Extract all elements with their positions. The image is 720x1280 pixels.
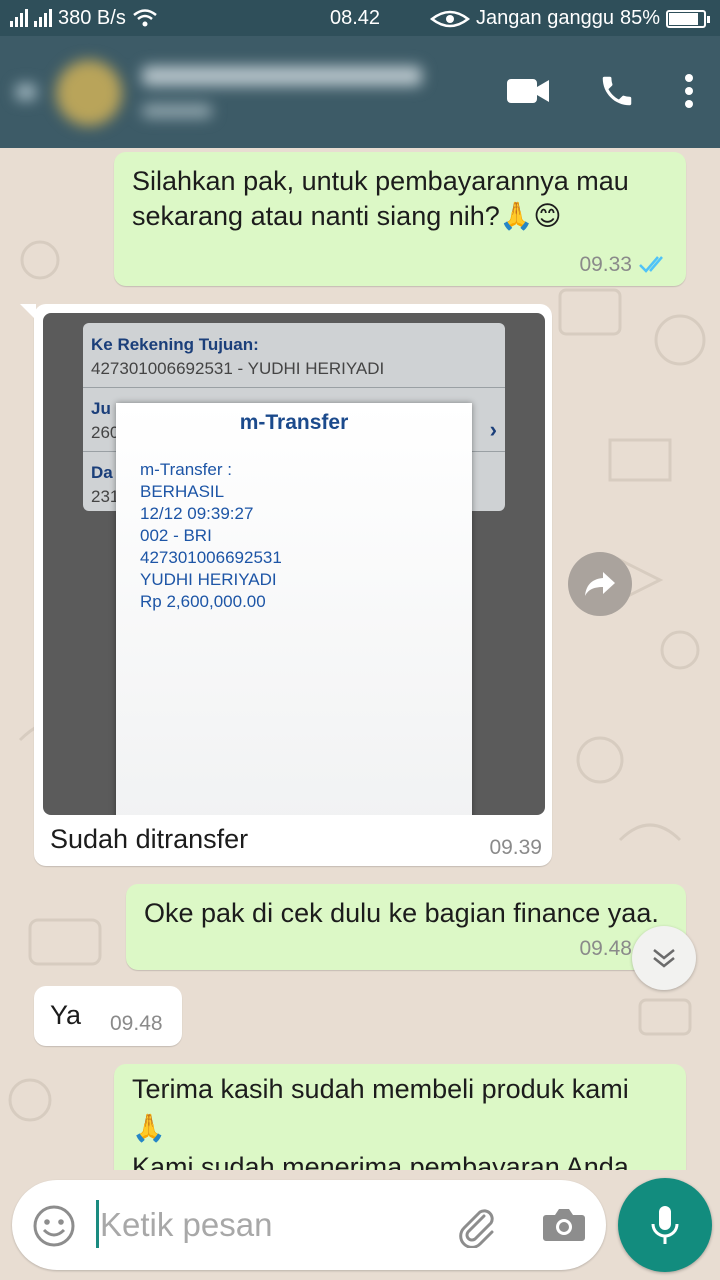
video-call-icon[interactable] <box>506 77 550 105</box>
form-value: 427301006692531 - YUDHI HERIYADI <box>91 359 385 378</box>
message-text: Ya <box>50 1000 82 1030</box>
message-line: Kami sudah menerima pembayaran Anda <box>132 1152 629 1170</box>
signal-1-icon <box>10 9 28 27</box>
read-ticks-icon <box>639 256 663 273</box>
message-composer[interactable]: Ketik pesan <box>12 1180 606 1270</box>
status-bar: 380 B/s 08.42 Jangan ganggu 85% <box>0 0 720 36</box>
signal-2-icon <box>34 9 52 27</box>
receipt-line: Rp 2,600,000.00 <box>140 592 266 611</box>
chevron-right-icon: › <box>489 417 497 442</box>
contact-info-blurred[interactable] <box>6 50 446 134</box>
message-line: 🙏 <box>132 1113 166 1144</box>
contact-status-redacted <box>142 104 212 118</box>
wifi-icon <box>133 9 157 27</box>
form-label: Ju <box>91 399 111 418</box>
message-outgoing[interactable]: Silahkan pak, untuk pembayarannya mau se… <box>114 152 686 286</box>
forward-arrow-icon <box>585 572 615 596</box>
receipt-details: m-Transfer : BERHASIL 12/12 09:39:27 002… <box>140 459 282 613</box>
forward-button[interactable] <box>568 552 632 616</box>
clock: 08.42 <box>330 7 381 29</box>
dnd-mode: Jangan ganggu <box>476 7 614 29</box>
receipt-line: 12/12 09:39:27 <box>140 504 254 523</box>
message-outgoing[interactable]: Terima kasih sudah membeli produk kami 🙏… <box>114 1064 686 1170</box>
form-label: Ke Rekening Tujuan: <box>91 335 259 354</box>
emoji-icon[interactable] <box>32 1204 76 1248</box>
message-text: Oke pak di cek dulu ke bagian finance ya… <box>144 898 659 928</box>
microphone-icon <box>651 1206 679 1244</box>
receipt-line: 002 - BRI <box>140 526 212 545</box>
message-incoming[interactable]: Ya 09.48 <box>34 986 182 1046</box>
more-options-icon[interactable] <box>684 73 694 109</box>
message-text: Silahkan pak, untuk pembayarannya mau se… <box>132 164 629 234</box>
message-time: 09.48 <box>579 936 632 960</box>
network-speed: 380 B/s <box>58 6 126 29</box>
transfer-screenshot-image[interactable]: Ke Rekening Tujuan: 427301006692531 - YU… <box>43 313 545 815</box>
back-arrow-icon[interactable] <box>16 84 36 100</box>
receipt-line: 427301006692531 <box>140 548 282 567</box>
receipt-line: YUDHI HERIYADI <box>140 570 277 589</box>
message-time: 09.33 <box>579 252 632 276</box>
attach-icon[interactable] <box>454 1204 498 1248</box>
eye-icon <box>430 10 471 27</box>
status-left: 380 B/s <box>10 7 158 30</box>
contact-name-redacted <box>142 66 422 86</box>
image-caption: Sudah ditransfer <box>50 824 249 854</box>
message-line: Terima kasih sudah membeli produk kami <box>132 1074 629 1104</box>
message-input[interactable]: Ketik pesan <box>100 1206 272 1244</box>
contact-avatar[interactable] <box>56 60 122 126</box>
receipt-title: m-Transfer <box>239 411 349 434</box>
message-time: 09.39 <box>489 836 542 859</box>
message-incoming-image[interactable]: Ke Rekening Tujuan: 427301006692531 - YU… <box>20 304 552 866</box>
message-line: sekarang atau nanti siang nih?🙏😊 <box>132 201 562 232</box>
double-chevron-down-icon <box>653 949 675 968</box>
bubble-tail <box>20 304 36 320</box>
form-divider <box>83 387 505 388</box>
message-text: Terima kasih sudah membeli produk kami 🙏… <box>132 1070 629 1170</box>
message-outgoing[interactable]: Oke pak di cek dulu ke bagian finance ya… <box>126 884 686 970</box>
camera-icon[interactable] <box>542 1206 586 1244</box>
form-label: Da <box>91 463 113 482</box>
status-right: Jangan ganggu 85% <box>430 7 710 30</box>
chat-area[interactable]: Silahkan pak, untuk pembayarannya mau se… <box>0 148 720 1170</box>
battery-percent: 85% <box>619 7 660 29</box>
phone-call-icon[interactable] <box>598 72 636 110</box>
text-cursor <box>96 1200 99 1248</box>
scroll-to-bottom-button[interactable] <box>632 926 696 990</box>
message-time: 09.48 <box>110 1012 163 1035</box>
receipt-line: BERHASIL <box>140 482 225 501</box>
message-line: Silahkan pak, untuk pembayarannya mau <box>132 166 629 196</box>
receipt-line: m-Transfer : <box>140 460 232 479</box>
header-actions <box>506 72 694 110</box>
battery-icon <box>666 9 710 28</box>
transfer-receipt-card: m-Transfer m-Transfer : BERHASIL 12/12 0… <box>116 403 472 815</box>
chat-header <box>0 36 720 148</box>
voice-record-button[interactable] <box>618 1178 712 1272</box>
